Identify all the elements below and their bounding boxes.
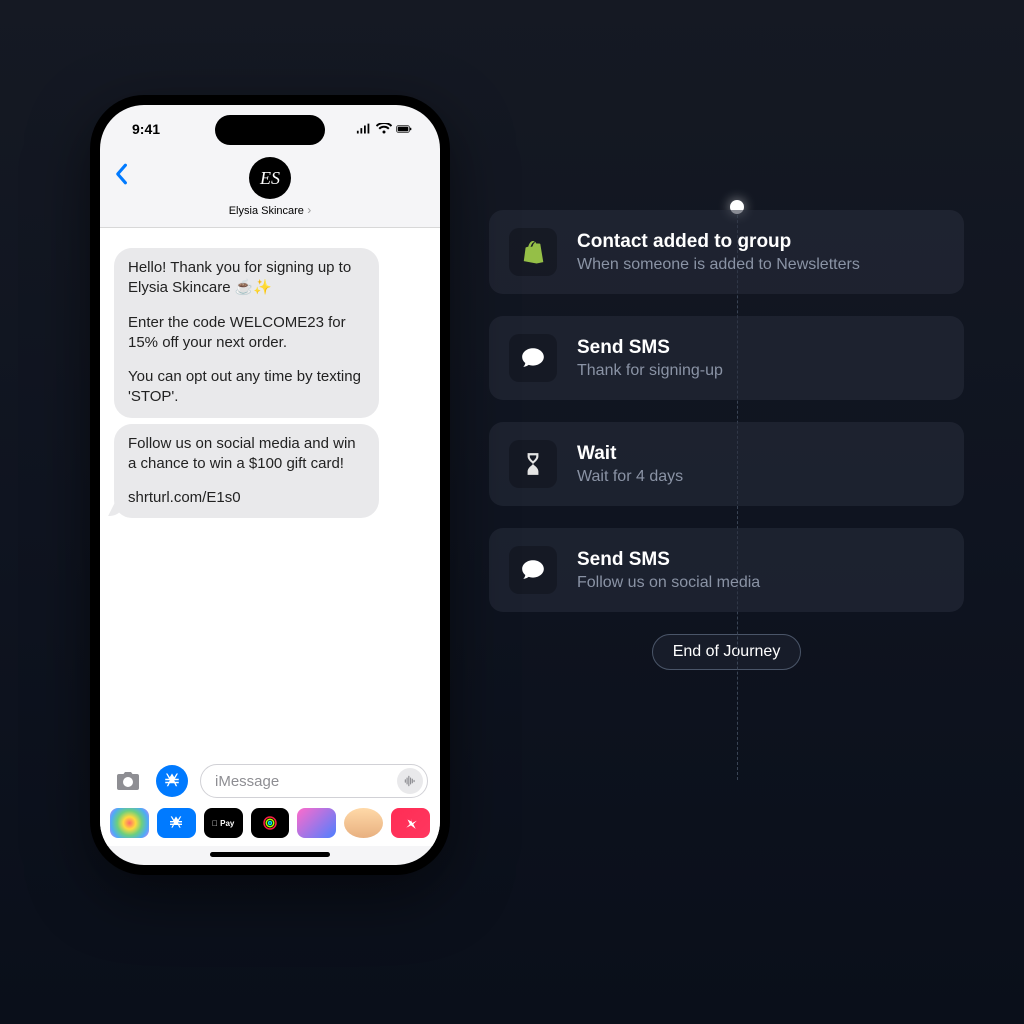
voice-memo-button[interactable] xyxy=(397,768,423,794)
message-text: Follow us on social media and win a chan… xyxy=(128,434,365,475)
status-icons xyxy=(356,123,412,135)
step-subtitle: When someone is added to Newsletters xyxy=(577,256,944,274)
phone-mockup: 9:41 ES Elysia Skincare Hello! Thank you… xyxy=(90,95,450,875)
journey-end: End of Journey xyxy=(489,634,964,670)
app-store-icon[interactable] xyxy=(156,765,188,797)
cellular-icon xyxy=(356,123,372,135)
message-text: Enter the code WELCOME23 for 15% off you… xyxy=(128,313,365,354)
phone-notch xyxy=(215,115,325,145)
fitness-app-icon[interactable] xyxy=(251,808,290,838)
back-button[interactable] xyxy=(114,163,128,190)
digital-touch-app-icon[interactable] xyxy=(391,808,430,838)
compose-bar: iMessage xyxy=(100,756,440,802)
app-icon-gradient[interactable] xyxy=(297,808,336,838)
journey-step-send-sms-1[interactable]: Send SMS Thank for signing-up xyxy=(489,316,964,400)
step-content: Send SMS Thank for signing-up xyxy=(577,337,944,380)
step-content: Contact added to group When someone is a… xyxy=(577,231,944,274)
chat-icon xyxy=(509,546,557,594)
journey-step-contact-added[interactable]: Contact added to group When someone is a… xyxy=(489,210,964,294)
contact-name[interactable]: Elysia Skincare xyxy=(100,203,440,217)
journey-step-wait[interactable]: Wait Wait for 4 days xyxy=(489,422,964,506)
step-subtitle: Follow us on social media xyxy=(577,574,944,592)
photos-app-icon[interactable] xyxy=(110,808,149,838)
step-title: Send SMS xyxy=(577,549,944,571)
chat-icon xyxy=(509,334,557,382)
step-subtitle: Thank for signing-up xyxy=(577,362,944,380)
app-store-app-icon[interactable] xyxy=(157,808,196,838)
journey-step-send-sms-2[interactable]: Send SMS Follow us on social media xyxy=(489,528,964,612)
step-title: Contact added to group xyxy=(577,231,944,253)
phone-screen: 9:41 ES Elysia Skincare Hello! Thank you… xyxy=(100,105,440,865)
shopify-icon xyxy=(509,228,557,276)
message-text: shrturl.com/E1s0 xyxy=(128,488,365,508)
apple-pay-app-icon[interactable]:  Pay xyxy=(204,808,243,838)
conversation-header: ES Elysia Skincare xyxy=(100,153,440,228)
journey-flow: Contact added to group When someone is a… xyxy=(489,210,964,670)
step-content: Wait Wait for 4 days xyxy=(577,443,944,486)
step-content: Send SMS Follow us on social media xyxy=(577,549,944,592)
message-placeholder: iMessage xyxy=(215,773,279,790)
message-text: Hello! Thank you for signing up to Elysi… xyxy=(128,258,365,299)
step-subtitle: Wait for 4 days xyxy=(577,468,944,486)
message-bubble: Follow us on social media and win a chan… xyxy=(114,424,379,519)
end-of-journey-pill: End of Journey xyxy=(652,634,802,670)
message-bubble: Hello! Thank you for signing up to Elysi… xyxy=(114,248,379,418)
step-title: Send SMS xyxy=(577,337,944,359)
memoji-app-icon[interactable] xyxy=(344,808,383,838)
messages-list[interactable]: Hello! Thank you for signing up to Elysi… xyxy=(100,228,440,756)
step-title: Wait xyxy=(577,443,944,465)
hourglass-icon xyxy=(509,440,557,488)
message-input[interactable]: iMessage xyxy=(200,764,428,798)
status-time: 9:41 xyxy=(132,121,160,137)
camera-icon[interactable] xyxy=(112,765,144,797)
wifi-icon xyxy=(376,123,392,135)
app-drawer[interactable]:  Pay xyxy=(100,802,440,846)
home-indicator[interactable] xyxy=(210,852,330,857)
message-text: You can opt out any time by texting 'STO… xyxy=(128,367,365,408)
battery-icon xyxy=(396,123,412,135)
contact-avatar[interactable]: ES xyxy=(249,157,291,199)
